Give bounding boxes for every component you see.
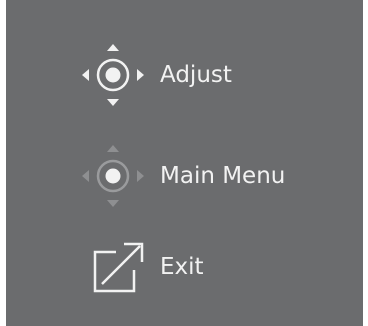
- joystick-press-icon: [78, 141, 148, 211]
- menu-item-label: Exit: [160, 254, 204, 280]
- menu-item-main-menu[interactable]: Main Menu: [6, 141, 363, 211]
- joystick-all-directions-icon: [78, 40, 148, 110]
- osd-key-guide-panel: Adjust Main Menu Exit: [6, 0, 363, 326]
- menu-item-adjust[interactable]: Adjust: [6, 40, 363, 110]
- menu-item-label: Adjust: [160, 62, 232, 88]
- menu-item-label: Main Menu: [160, 163, 286, 189]
- exit-arrow-icon: [78, 232, 148, 302]
- menu-item-exit[interactable]: Exit: [6, 232, 363, 302]
